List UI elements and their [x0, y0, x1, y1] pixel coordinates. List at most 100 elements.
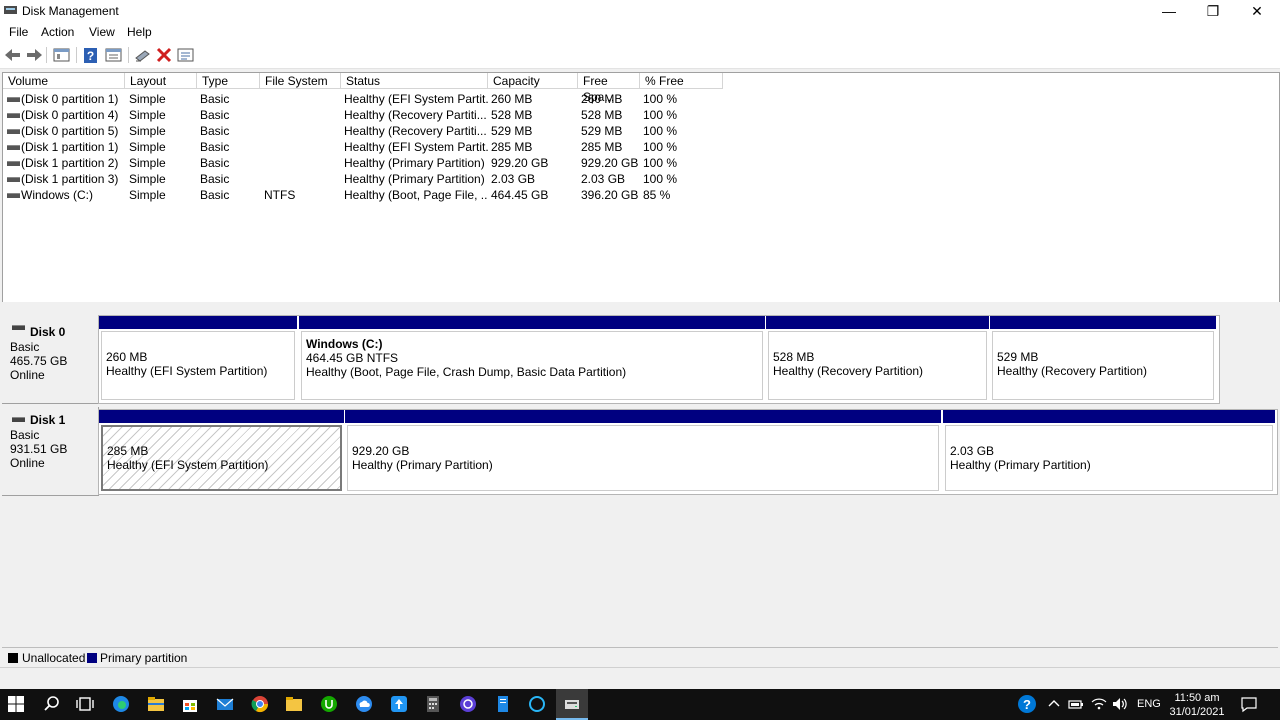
table-row[interactable]: (Disk 0 partition 1) Simple Basic Healthy (… — [3, 91, 725, 107]
cell-type: Basic — [200, 172, 230, 186]
start-icon[interactable] — [7, 695, 25, 713]
cell-type: Basic — [200, 124, 230, 138]
connect-icon[interactable] — [133, 46, 153, 64]
table-row[interactable]: (Disk 0 partition 4) Simple Basic Healthy (… — [3, 107, 725, 123]
svg-text:?: ? — [87, 49, 94, 63]
clock[interactable]: 11:50 am 31/01/2021 — [1168, 691, 1226, 719]
delete-icon[interactable] — [154, 46, 174, 64]
column-header-capacity[interactable]: Capacity — [488, 73, 578, 89]
partition-disk0-1[interactable]: 260 MB Healthy (EFI System Partition) — [99, 316, 297, 402]
partition-size: 528 MB — [773, 350, 815, 364]
console-tree-icon[interactable] — [52, 46, 72, 64]
primary-partition-bar — [943, 410, 1275, 423]
cortana-icon[interactable] — [528, 695, 546, 713]
calculator-icon[interactable] — [424, 695, 442, 713]
cell-percent-free: 100 % — [643, 108, 678, 122]
menu-action[interactable]: Action — [41, 25, 74, 39]
cell-capacity: 529 MB — [491, 124, 533, 138]
edge-icon[interactable] — [112, 695, 130, 713]
forward-icon[interactable] — [24, 46, 44, 64]
battery-icon[interactable] — [1067, 695, 1085, 713]
table-row[interactable]: (Disk 1 partition 2) Simple Basic Healthy (… — [3, 155, 725, 171]
cell-type: Basic — [200, 140, 230, 154]
partition-disk0-4[interactable]: 528 MB Healthy (Recovery Partition) — [766, 316, 989, 402]
cell-percent-free: 100 % — [643, 172, 678, 186]
partition-size: 929.20 GB — [352, 444, 410, 458]
partition-windows-c[interactable]: Windows (C:) 464.45 GB NTFS Healthy (Boo… — [299, 316, 765, 402]
app-icon[interactable] — [459, 695, 477, 713]
column-header-volume[interactable]: Volume — [3, 73, 125, 89]
settings-icon[interactable] — [176, 46, 196, 64]
file-explorer-icon[interactable] — [147, 695, 165, 713]
cell-volume: (Disk 1 partition 1) — [21, 140, 119, 154]
disk-1-label[interactable]: Disk 1 Basic 931.51 GB Online — [2, 407, 99, 496]
table-row[interactable]: (Disk 1 partition 1) Simple Basic Healthy (… — [3, 139, 725, 155]
partition-disk1-1[interactable]: 285 MB Healthy (EFI System Partition) — [99, 410, 344, 493]
cell-type: Basic — [200, 92, 230, 106]
cell-status: Healthy (EFI System Partit... — [344, 92, 488, 106]
disk-management-icon[interactable] — [563, 695, 581, 713]
mail-icon[interactable] — [216, 695, 234, 713]
menu-bar: File Action View Help — [0, 22, 1280, 42]
task-view-icon[interactable] — [76, 695, 94, 713]
partition-disk1-3[interactable]: 2.03 GB Healthy (Primary Partition) — [943, 410, 1275, 493]
properties-icon[interactable] — [104, 46, 124, 64]
partition-status: Healthy (Recovery Partition) — [997, 364, 1148, 378]
partition-size: 464.45 GB NTFS — [306, 351, 399, 365]
volume-icon[interactable] — [1111, 695, 1129, 713]
partition-disk1-2[interactable]: 929.20 GB Healthy (Primary Partition) — [345, 410, 941, 493]
help-icon[interactable]: ? — [81, 46, 101, 64]
cell-capacity: 285 MB — [491, 140, 533, 154]
notepad-icon[interactable] — [494, 695, 512, 713]
chrome-icon[interactable] — [251, 695, 269, 713]
column-header-layout[interactable]: Layout — [125, 73, 197, 89]
column-header-type[interactable]: Type — [197, 73, 260, 89]
cell-percent-free: 100 % — [643, 140, 678, 154]
disk-size: 931.51 GB — [10, 442, 68, 456]
upwork-icon[interactable] — [320, 695, 338, 713]
menu-view[interactable]: View — [89, 25, 115, 39]
disk-state: Online — [10, 368, 45, 382]
column-header-status[interactable]: Status — [341, 73, 488, 89]
wifi-icon[interactable] — [1090, 695, 1108, 713]
cell-file-system — [264, 139, 341, 155]
minimize-button[interactable]: — — [1146, 0, 1192, 22]
legend: Unallocated Primary partition — [2, 647, 1278, 668]
disk-size: 465.75 GB — [10, 354, 68, 368]
menu-help[interactable]: Help — [127, 25, 152, 39]
volume-list[interactable]: Volume Layout Type File System Status Ca… — [2, 72, 1280, 304]
menu-file[interactable]: File — [9, 25, 28, 39]
primary-partition-bar — [345, 410, 941, 423]
cell-free-space: 929.20 GB — [581, 156, 639, 170]
back-icon[interactable] — [3, 46, 23, 64]
search-icon[interactable] — [43, 695, 61, 713]
cloud-icon[interactable] — [355, 695, 373, 713]
close-button[interactable]: ✕ — [1234, 0, 1280, 22]
disk-0-label[interactable]: Disk 0 Basic 465.75 GB Online — [2, 315, 99, 404]
legend-primary-partition: Primary partition — [100, 651, 188, 665]
primary-partition-bar — [990, 316, 1216, 329]
column-header-file-system[interactable]: File System — [260, 73, 341, 89]
folder-icon[interactable] — [285, 695, 303, 713]
notification-icon[interactable] — [1240, 695, 1258, 713]
partition-disk0-5[interactable]: 529 MB Healthy (Recovery Partition) — [990, 316, 1216, 402]
disk-type: Basic — [10, 428, 40, 442]
store-icon[interactable] — [181, 695, 199, 713]
restore-button[interactable]: ❐ — [1190, 0, 1236, 22]
partition-status: Healthy (Primary Partition) — [950, 458, 1091, 472]
chevron-up-icon[interactable] — [1045, 695, 1063, 713]
column-header-percent-free[interactable]: % Free — [640, 73, 723, 89]
language-indicator[interactable]: ENG — [1137, 698, 1161, 710]
help-icon[interactable]: ? — [1017, 694, 1037, 714]
cell-layout: Simple — [129, 92, 166, 106]
cell-free-space: 529 MB — [581, 124, 623, 138]
column-header-free-space[interactable]: Free Spa... — [578, 73, 640, 104]
cell-status: Healthy (Primary Partition) — [344, 172, 485, 186]
cell-capacity: 929.20 GB — [491, 156, 549, 170]
table-row[interactable]: (Disk 0 partition 5) Simple Basic Healthy (… — [3, 123, 725, 139]
table-row[interactable]: Windows (C:) Simple Basic NTFS Healthy (Boot… — [3, 187, 725, 203]
disk-icon — [12, 325, 25, 330]
app-store-icon[interactable] — [390, 695, 408, 713]
table-row[interactable]: (Disk 1 partition 3) Simple Basic Healthy (… — [3, 171, 725, 187]
cell-capacity: 528 MB — [491, 108, 533, 122]
